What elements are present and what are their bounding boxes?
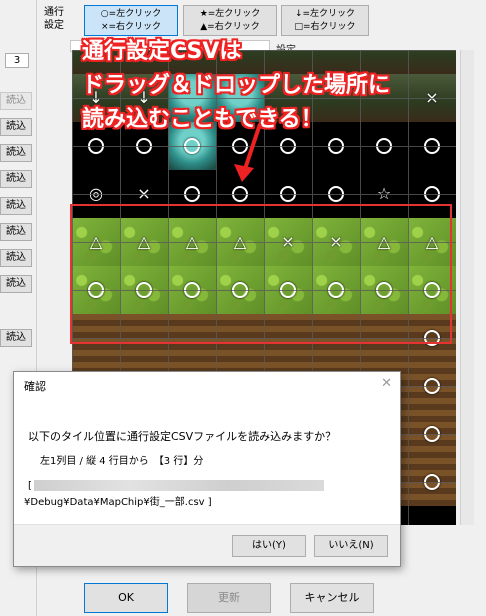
passable-circle-icon	[280, 138, 296, 154]
callout-line: ドラッグ＆ドロップした場所に	[82, 73, 391, 98]
load-button-1[interactable]: 読込	[0, 92, 32, 110]
tile[interactable]	[408, 410, 456, 458]
load-button-6[interactable]: 読込	[0, 223, 32, 241]
dialog-title: 確認	[24, 380, 46, 393]
no-button[interactable]: いいえ(N)	[314, 535, 388, 557]
load-button-2[interactable]: 読込	[0, 118, 32, 136]
path-prefix: [	[28, 480, 32, 492]
load-button-3[interactable]: 読込	[0, 144, 32, 162]
mode-button-arrow-square[interactable]: ↓=左クリック □=右クリック	[281, 5, 369, 36]
passage-marker-icon: ◎	[89, 184, 103, 203]
passable-circle-icon	[184, 186, 200, 202]
row-count-field[interactable]: 3	[5, 53, 29, 68]
yes-button[interactable]: はい(Y)	[232, 535, 306, 557]
load-button-5[interactable]: 読込	[0, 197, 32, 215]
load-button-9[interactable]: 読込	[0, 329, 32, 347]
callout-line: 通行設定CSVは	[82, 39, 242, 64]
confirm-dialog: 確認 ✕ 以下のタイル位置に通行設定CSVファイルを読み込みますか？ 左1列目 …	[13, 371, 401, 567]
passable-circle-icon	[424, 138, 440, 154]
passable-circle-icon	[424, 474, 440, 490]
dialog-path-line: [	[28, 480, 324, 492]
passable-circle-icon	[280, 186, 296, 202]
tile[interactable]	[408, 362, 456, 410]
passable-circle-icon	[424, 378, 440, 394]
passage-setting-label: 通行 設定	[44, 7, 64, 31]
load-button-7[interactable]: 読込	[0, 249, 32, 267]
redacted-path	[33, 480, 324, 491]
mode-button-line: ○=左クリック	[100, 9, 162, 19]
mode-button-line: ▲=右クリック	[200, 22, 260, 32]
callout-line: 読み込むこともできる！	[82, 107, 323, 132]
load-button-8[interactable]: 読込	[0, 275, 32, 293]
dialog-position: 左1列目 / 縦 4 行目から 【3 行】分	[40, 456, 204, 467]
mode-button-line: ×=右クリック	[100, 22, 162, 32]
passable-circle-icon	[136, 138, 152, 154]
passage-marker-icon: ☆	[376, 184, 392, 203]
close-icon[interactable]: ✕	[381, 376, 392, 391]
cancel-button[interactable]: キャンセル	[290, 583, 374, 613]
passable-circle-icon	[328, 186, 344, 202]
passage-marker-icon: ×	[137, 184, 151, 203]
mode-button-star-triangle[interactable]: ★=左クリック ▲=右クリック	[183, 5, 277, 36]
passable-circle-icon	[424, 186, 440, 202]
dialog-footer: はい(Y) いいえ(N)	[14, 524, 400, 566]
passable-circle-icon	[376, 138, 392, 154]
drop-target-highlight	[70, 204, 452, 344]
annotation-callout: 通行設定CSVは ドラッグ＆ドロップした場所に 読み込むこともできる！	[72, 35, 476, 137]
ok-button[interactable]: OK	[84, 583, 168, 613]
dialog-path-suffix: ¥Debug¥Data¥MapChip¥街_一部.csv ]	[24, 497, 212, 508]
dialog-message: 以下のタイル位置に通行設定CSVファイルを読み込みますか？	[28, 430, 337, 443]
passable-circle-icon	[424, 426, 440, 442]
passable-circle-icon	[328, 138, 344, 154]
passable-circle-icon	[184, 138, 200, 154]
mode-button-line: ↓=左クリック	[294, 9, 356, 19]
passable-circle-icon	[88, 138, 104, 154]
mode-button-circle-cross[interactable]: ○=左クリック ×=右クリック	[84, 5, 178, 36]
mode-button-line: ★=左クリック	[199, 9, 261, 19]
load-button-4[interactable]: 読込	[0, 170, 32, 188]
mode-button-line: □=右クリック	[294, 22, 356, 32]
update-button[interactable]: 更新	[187, 583, 271, 613]
tile[interactable]	[408, 458, 456, 506]
annotation-arrow-icon	[234, 123, 262, 182]
